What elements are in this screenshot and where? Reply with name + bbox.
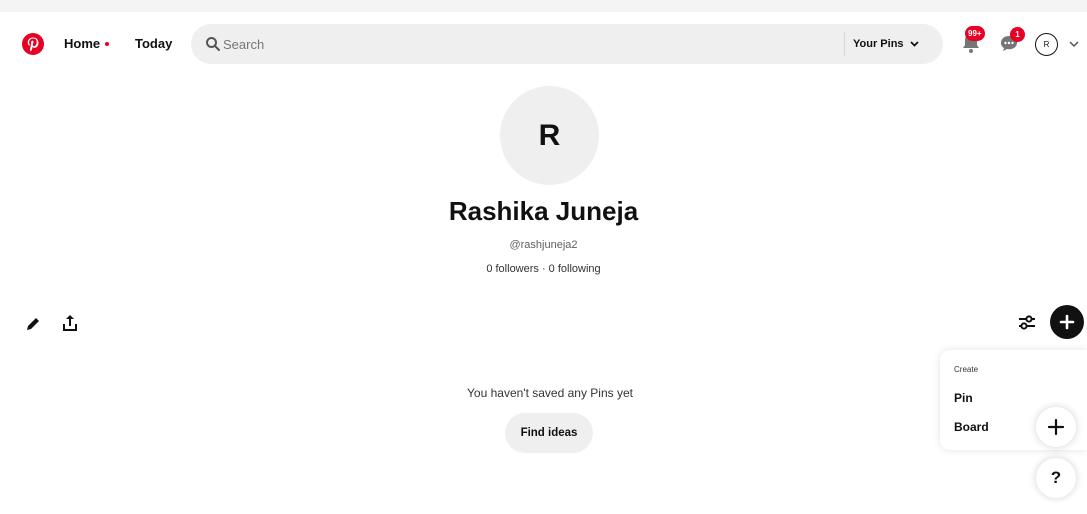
profile-name: Rashika Juneja — [448, 196, 639, 226]
pinterest-logo-icon[interactable] — [22, 33, 44, 55]
create-board-item[interactable]: Board — [954, 420, 989, 434]
messages-badge: 1 — [1010, 27, 1025, 42]
nav-home[interactable]: Home — [64, 36, 100, 51]
search-icon — [206, 37, 220, 51]
notifications-badge: 99+ — [965, 26, 985, 41]
profile-follow-stats[interactable]: 0 followers · 0 following — [0, 263, 1087, 275]
notifications-button[interactable]: 99+ — [958, 26, 985, 56]
messages-button[interactable]: 1 — [996, 27, 1025, 56]
find-ideas-button[interactable]: Find ideas — [505, 413, 593, 453]
create-pin-item[interactable]: Pin — [954, 391, 973, 405]
your-pins-dropdown[interactable]: Your Pins — [853, 24, 919, 64]
profile-handle: @rashjuneja2 — [509, 239, 578, 251]
account-chevron-down-icon[interactable] — [1069, 40, 1079, 48]
nav-today[interactable]: Today — [135, 36, 172, 51]
floating-add-button[interactable] — [1036, 407, 1076, 447]
search-divider — [844, 32, 845, 56]
browser-top-strip — [0, 0, 1087, 12]
account-avatar[interactable]: R — [1035, 33, 1058, 56]
empty-state-message: You haven't saved any Pins yet — [467, 386, 633, 400]
plus-icon — [1048, 419, 1064, 435]
search-input[interactable] — [223, 24, 823, 64]
chevron-down-icon — [909, 41, 919, 47]
sliders-icon[interactable] — [1017, 314, 1037, 332]
pinterest-p-glyph — [27, 37, 39, 52]
your-pins-label: Your Pins — [853, 38, 904, 50]
top-header: Home Today Your Pins 99+ 1 — [0, 12, 1087, 78]
home-indicator-dot — [105, 42, 109, 46]
plus-icon — [1059, 314, 1075, 330]
create-menu-title: Create — [954, 365, 979, 374]
pencil-icon[interactable] — [24, 315, 42, 333]
share-icon[interactable] — [61, 313, 79, 333]
profile-avatar: R — [500, 86, 599, 185]
add-button[interactable] — [1050, 305, 1084, 339]
search-bar[interactable]: Your Pins — [191, 24, 943, 64]
help-button[interactable]: ? — [1036, 458, 1076, 498]
